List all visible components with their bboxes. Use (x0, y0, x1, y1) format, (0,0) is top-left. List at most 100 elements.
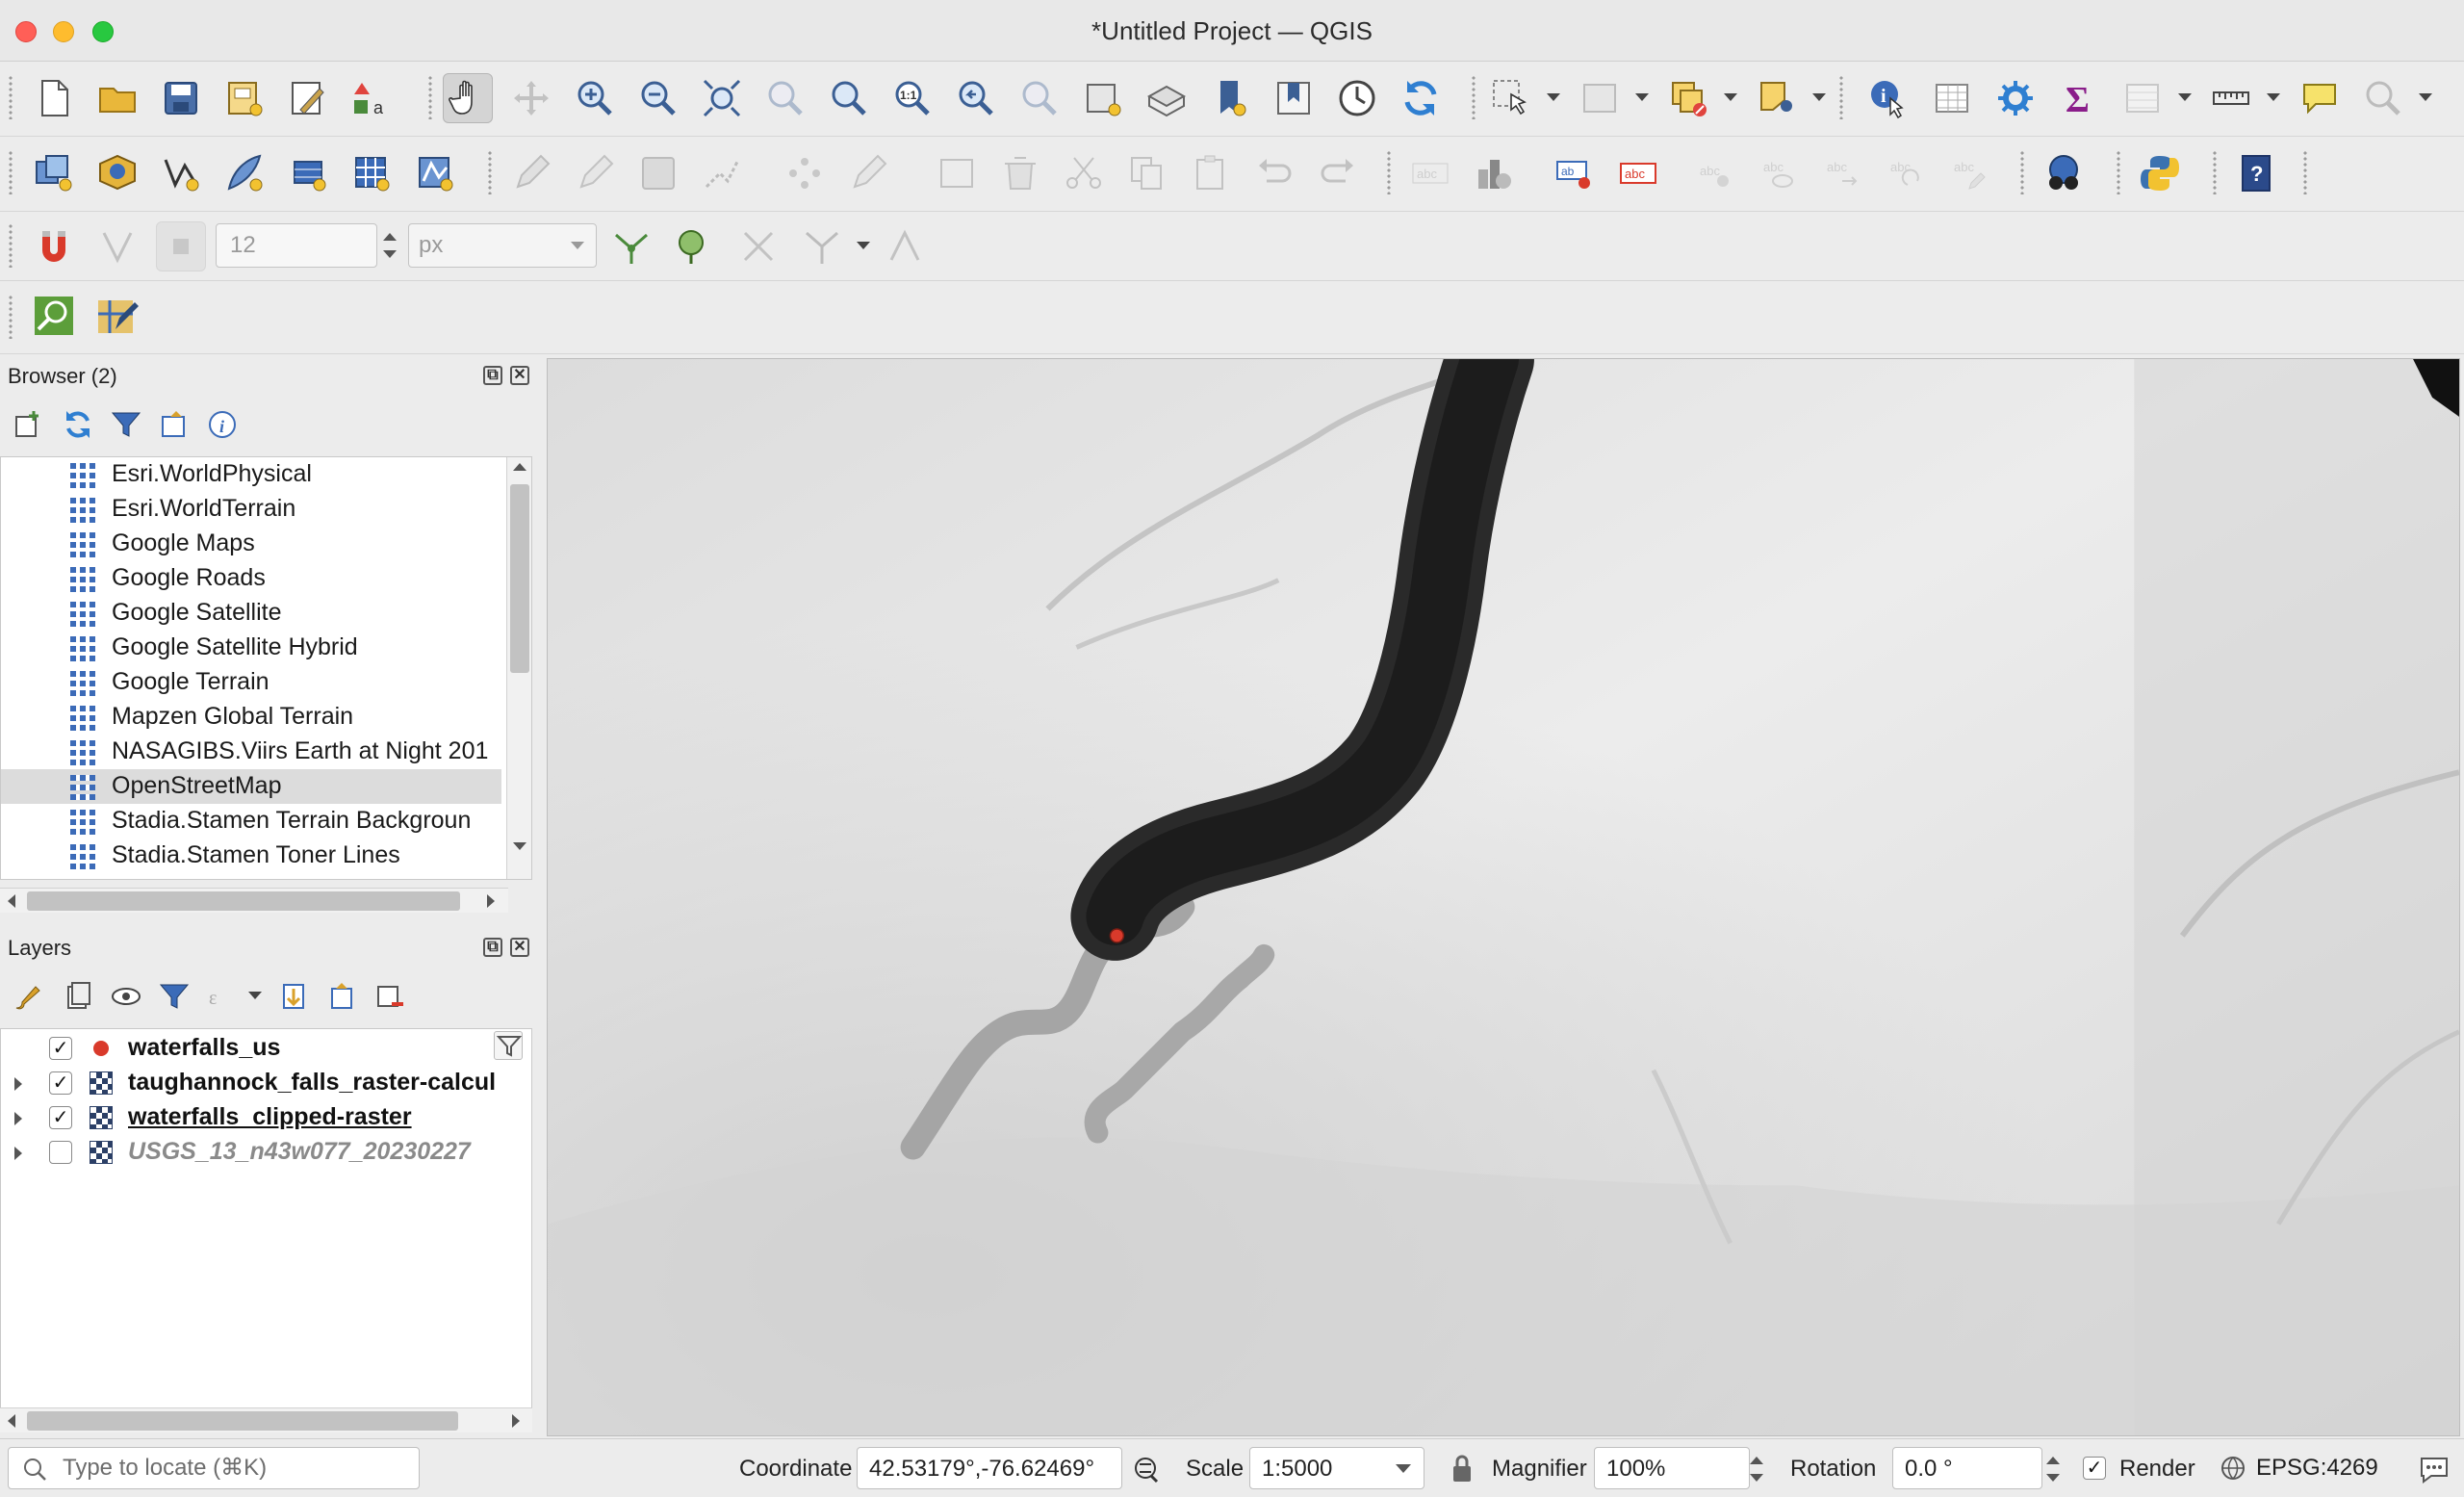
expand-arrow-icon[interactable] (14, 1112, 22, 1125)
refresh-button[interactable] (1396, 73, 1446, 123)
cut-features-button[interactable] (1059, 148, 1109, 198)
filter-expression-dropdown[interactable] (248, 992, 262, 999)
remove-layer-button[interactable] (372, 978, 408, 1015)
magnifier-field[interactable]: 100% (1594, 1447, 1750, 1489)
locate-plugin-button[interactable] (29, 291, 79, 341)
browser-item[interactable]: Google Satellite Hybrid (1, 631, 501, 665)
properties-button[interactable]: i (204, 406, 241, 443)
field-calculator-button[interactable] (2118, 73, 2168, 123)
toolbar-grip[interactable] (8, 223, 13, 268)
messages-icon[interactable] (2418, 1453, 2451, 1485)
browser-item[interactable]: Esri.WorldTerrain (1, 492, 501, 527)
filter-legend-button[interactable] (156, 978, 192, 1015)
paste-features-button[interactable] (1186, 148, 1236, 198)
browser-item[interactable]: Google Terrain (1, 665, 501, 700)
identify-features-button[interactable]: i (1863, 73, 1913, 123)
highlight-pinned-labels-button[interactable]: ab (1550, 148, 1600, 198)
toolbar-grip[interactable] (2116, 150, 2121, 194)
browser-vertical-scrollbar[interactable] (506, 457, 531, 879)
layer-visibility-checkbox[interactable]: ✓ (49, 1071, 72, 1095)
vertex-tool-button[interactable] (780, 148, 830, 198)
label-toolbar-button[interactable]: abc (1405, 148, 1455, 198)
layer-visibility-checkbox[interactable] (49, 1141, 72, 1164)
save-layer-edits-button[interactable] (633, 148, 683, 198)
toolbar-grip[interactable] (1471, 75, 1476, 119)
avoid-overlap-button[interactable] (880, 221, 930, 271)
map-tips-button[interactable] (2295, 73, 2345, 123)
edit-attribute-form-button[interactable] (932, 148, 982, 198)
toolbar-grip[interactable] (2302, 150, 2308, 194)
digitize-line-button[interactable] (697, 148, 747, 198)
browser-item[interactable]: Esri.WorldPhysical (1, 457, 501, 492)
new-print-layout-button[interactable] (219, 73, 270, 123)
snapping-tolerance-input[interactable]: 12 (216, 223, 377, 268)
render-checkbox[interactable]: ✓ (2083, 1457, 2106, 1480)
browser-item[interactable]: Google Maps (1, 527, 501, 561)
browser-hscroll-thumb[interactable] (27, 891, 460, 911)
layer-filter-icon[interactable] (494, 1031, 523, 1060)
new-project-button[interactable] (29, 73, 79, 123)
enable-snapping-button[interactable] (29, 221, 79, 271)
refresh-browser-button[interactable] (60, 406, 96, 443)
zoom-to-layer-button[interactable] (824, 73, 874, 123)
toolbar-grip[interactable] (8, 75, 13, 119)
snapping-tolerance-stepper[interactable] (377, 223, 402, 268)
close-panel-button[interactable]: ✕ (510, 366, 529, 385)
expand-arrow-icon[interactable] (14, 1147, 22, 1160)
add-raster-layer-button[interactable] (346, 148, 397, 198)
snapping-units-select[interactable]: px (408, 223, 597, 268)
collapse-all-layers-button[interactable] (323, 978, 360, 1015)
add-group-button[interactable] (60, 978, 96, 1015)
open-attribute-table-button[interactable] (1927, 73, 1977, 123)
topological-editing-button[interactable] (606, 221, 656, 271)
delete-selected-button[interactable] (995, 148, 1045, 198)
layer-row[interactable]: ✓ waterfalls_clipped-raster (1, 1100, 531, 1135)
zoom-native-button[interactable]: 1:1 (887, 73, 937, 123)
zoom-in-button[interactable] (570, 73, 620, 123)
browser-scroll-thumb[interactable] (510, 484, 529, 673)
expand-arrow-icon[interactable] (14, 1077, 22, 1091)
add-selected-layers-button[interactable] (10, 406, 46, 443)
waterfall-point-marker[interactable] (1109, 928, 1125, 943)
filter-by-expression-button[interactable]: ε (204, 978, 241, 1015)
open-layer-styling-button[interactable] (10, 978, 46, 1015)
locator-search-box[interactable] (8, 1447, 420, 1489)
toolbar-grip[interactable] (2019, 150, 2025, 194)
layer-row[interactable]: ✓ taughannock_falls_raster-calcul (1, 1066, 531, 1100)
select-location-dropdown[interactable] (1812, 93, 1826, 101)
select-by-value-button[interactable] (1575, 73, 1625, 123)
zoom-full-button[interactable] (697, 73, 747, 123)
open-project-button[interactable] (92, 73, 142, 123)
zoom-last-button[interactable] (951, 73, 1001, 123)
add-geopackage-layer-button[interactable] (92, 148, 142, 198)
field-calculator-dropdown[interactable] (2178, 93, 2192, 101)
layer-visibility-checkbox[interactable]: ✓ (49, 1037, 72, 1060)
toggle-editing-button[interactable] (570, 148, 620, 198)
layer-diagram-button[interactable] (1469, 148, 1519, 198)
lock-scale-icon[interactable] (1448, 1453, 1476, 1484)
new-map-view-button[interactable] (1078, 73, 1128, 123)
modify-attributes-button[interactable] (843, 148, 893, 198)
python-console-button[interactable] (2135, 148, 2185, 198)
snapping-mode-button[interactable] (156, 221, 206, 271)
help-contents-button[interactable]: ? (2231, 148, 2281, 198)
layer-row[interactable]: ✓ waterfalls_us (1, 1031, 531, 1066)
map-canvas[interactable] (547, 358, 2460, 1436)
select-by-value-dropdown[interactable] (1635, 93, 1649, 101)
browser-item[interactable]: Stadia.StamenWatercolor (1, 873, 501, 879)
locator-search-input[interactable] (63, 1454, 409, 1483)
processing-toolbox-button[interactable] (1990, 73, 2040, 123)
browser-item[interactable]: Mapzen Global Terrain (1, 700, 501, 735)
layers-horizontal-scrollbar[interactable] (0, 1407, 532, 1432)
manage-map-themes-button[interactable] (108, 978, 144, 1015)
add-virtual-layer-button[interactable] (283, 148, 333, 198)
close-panel-button[interactable]: ✕ (510, 938, 529, 957)
toolbar-grip[interactable] (8, 150, 13, 194)
rotation-stepper[interactable] (2040, 1447, 2066, 1491)
toolbar-grip[interactable] (427, 75, 433, 119)
redo-button[interactable] (1313, 148, 1363, 198)
tracing-button[interactable] (797, 221, 847, 271)
float-panel-button[interactable]: ⧉ (483, 938, 502, 957)
current-edits-button[interactable] (506, 148, 556, 198)
undo-button[interactable] (1249, 148, 1299, 198)
